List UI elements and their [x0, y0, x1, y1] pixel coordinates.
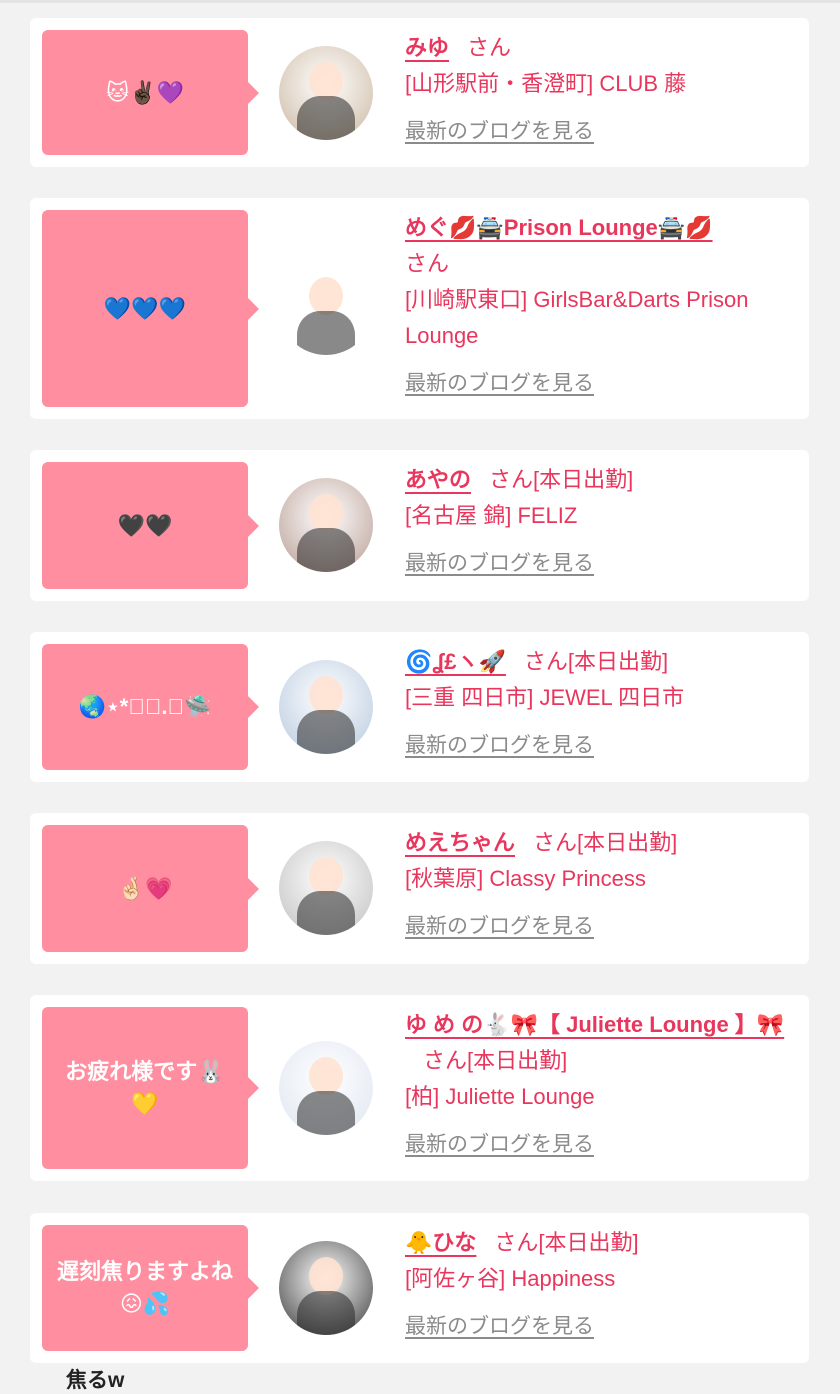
- status-badge: [本日出勤]: [577, 830, 678, 855]
- cast-name-link[interactable]: ゆ め の🐇🎀【 Juliette Lounge 】🎀: [405, 1012, 784, 1037]
- avatar[interactable]: [279, 660, 373, 754]
- blog-card: 🤞🏻💗 めえちゃん さん[本日出勤] [秋葉原] Classy Princess …: [30, 813, 809, 964]
- latest-blog-link[interactable]: 最新のブログを見る: [405, 114, 800, 150]
- shop-name: [名古屋 錦] FELIZ: [405, 503, 578, 528]
- cast-name-link[interactable]: 🐥ひな: [405, 1230, 476, 1255]
- card-info: みゆ さん [山形駅前・香澄町] CLUB 藤 最新のブログを見る: [405, 30, 800, 150]
- name-line: あやの さん[本日出勤]: [405, 462, 800, 498]
- name-line: ゆ め の🐇🎀【 Juliette Lounge 】🎀 さん[本日出勤]: [405, 1007, 800, 1079]
- avatar[interactable]: [279, 478, 373, 572]
- shop-name: [山形駅前・香澄町] CLUB 藤: [405, 71, 687, 96]
- avatar-face: [309, 277, 343, 315]
- honorific: さん: [405, 251, 450, 276]
- name-line: 🐥ひな さん[本日出勤]: [405, 1225, 800, 1261]
- comment-bubble: お疲れ様です🐰💛: [42, 1007, 259, 1169]
- avatar-body: [297, 1091, 355, 1135]
- status-badge: [本日出勤]: [567, 649, 669, 674]
- honorific: さん: [494, 1230, 539, 1255]
- avatar[interactable]: [279, 1041, 373, 1135]
- honorific: さん: [533, 830, 578, 855]
- shop-name: [柏] Juliette Lounge: [405, 1084, 595, 1109]
- avatar[interactable]: [279, 841, 373, 935]
- comment-bubble: 🖤🖤: [42, 462, 259, 589]
- name-line: めえちゃん さん[本日出勤]: [405, 825, 800, 861]
- honorific-line: さん: [405, 246, 800, 282]
- name-line: 🌀ʆ£ヽ🚀 さん[本日出勤]: [405, 644, 800, 680]
- cast-name-link[interactable]: めえちゃん: [405, 830, 515, 855]
- blog-card: 🌏⋆*ﾟ･.｡🛸 🌀ʆ£ヽ🚀 さん[本日出勤] [三重 四日市] JEWEL 四日…: [30, 632, 809, 782]
- avatar[interactable]: [279, 1241, 373, 1335]
- avatar-body: [297, 710, 355, 754]
- honorific: さん: [489, 467, 534, 492]
- honorific: さん: [423, 1048, 468, 1073]
- card-info: 🐥ひな さん[本日出勤] [阿佐ヶ谷] Happiness 最新のブログを見る: [405, 1225, 800, 1345]
- blog-card: お疲れ様です🐰💛 ゆ め の🐇🎀【 Juliette Lounge 】🎀 さん[本…: [30, 995, 809, 1181]
- avatar-body: [297, 891, 355, 935]
- cast-name-link[interactable]: みゆ: [405, 35, 449, 60]
- overflow-comment-text: 焦るw: [66, 1369, 125, 1392]
- shop-name: [三重 四日市] JEWEL 四日市: [405, 685, 685, 710]
- avatar-body: [297, 96, 355, 140]
- honorific: さん: [467, 35, 512, 60]
- avatar-face: [309, 1257, 343, 1295]
- latest-blog-link[interactable]: 最新のブログを見る: [405, 1127, 800, 1163]
- cast-name-link[interactable]: 🌀ʆ£ヽ🚀: [405, 649, 506, 674]
- avatar[interactable]: [279, 261, 373, 355]
- shop-name: [阿佐ヶ谷] Happiness: [405, 1266, 616, 1291]
- avatar-body: [297, 311, 355, 355]
- blog-card: 遅刻焦りますよね😖💦 🐥ひな さん[本日出勤] [阿佐ヶ谷] Happiness …: [30, 1213, 809, 1363]
- avatar-face: [309, 676, 343, 714]
- avatar-body: [297, 528, 355, 572]
- card-info: ゆ め の🐇🎀【 Juliette Lounge 】🎀 さん[本日出勤] [柏] …: [405, 1007, 800, 1163]
- status-badge: [本日出勤]: [467, 1048, 568, 1073]
- shop-name: [秋葉原] Classy Princess: [405, 866, 646, 891]
- status-badge: [本日出勤]: [538, 1230, 639, 1255]
- comment-bubble: 遅刻焦りますよね😖💦: [42, 1225, 259, 1351]
- comment-bubble: 💙💙💙: [42, 210, 259, 407]
- comment-bubble: 🌏⋆*ﾟ･.｡🛸: [42, 644, 259, 770]
- cast-name-link[interactable]: あやの: [405, 467, 471, 492]
- latest-blog-link[interactable]: 最新のブログを見る: [405, 546, 800, 582]
- blog-card: 🐱✌🏿💜 みゆ さん [山形駅前・香澄町] CLUB 藤 最新のブログを見る: [30, 18, 809, 167]
- name-line: みゆ さん: [405, 30, 800, 66]
- card-info: めえちゃん さん[本日出勤] [秋葉原] Classy Princess 最新のブ…: [405, 825, 800, 945]
- cast-name-link[interactable]: めぐ💋🚔Prison Lounge🚔💋: [405, 215, 713, 240]
- comment-bubble: 🐱✌🏿💜: [42, 30, 259, 155]
- card-info: あやの さん[本日出勤] [名古屋 錦] FELIZ 最新のブログを見る: [405, 462, 800, 582]
- avatar-face: [309, 1057, 343, 1095]
- card-info: めぐ💋🚔Prison Lounge🚔💋 さん [川崎駅東口] GirlsBar&…: [405, 210, 800, 402]
- avatar-face: [309, 494, 343, 532]
- status-badge: [本日出勤]: [533, 467, 634, 492]
- shop-name: [川崎駅東口] GirlsBar&Darts Prison Lounge: [405, 287, 749, 348]
- latest-blog-link[interactable]: 最新のブログを見る: [405, 1309, 800, 1345]
- blog-card-list: 🐱✌🏿💜 みゆ さん [山形駅前・香澄町] CLUB 藤 最新のブログを見る 💙💙…: [0, 0, 840, 1394]
- avatar-face: [309, 62, 343, 100]
- name-line: めぐ💋🚔Prison Lounge🚔💋: [405, 210, 800, 246]
- avatar-face: [309, 857, 343, 895]
- latest-blog-link[interactable]: 最新のブログを見る: [405, 366, 800, 402]
- blog-card: 🖤🖤 あやの さん[本日出勤] [名古屋 錦] FELIZ 最新のブログを見る: [30, 450, 809, 601]
- card-info: 🌀ʆ£ヽ🚀 さん[本日出勤] [三重 四日市] JEWEL 四日市 最新のブログを…: [405, 644, 800, 764]
- blog-card: 💙💙💙 めぐ💋🚔Prison Lounge🚔💋 さん [川崎駅東口] Girls…: [30, 198, 809, 419]
- avatar-body: [297, 1291, 355, 1335]
- comment-bubble: 🤞🏻💗: [42, 825, 259, 952]
- honorific: さん: [523, 649, 568, 674]
- latest-blog-link[interactable]: 最新のブログを見る: [405, 909, 800, 945]
- avatar[interactable]: [279, 46, 373, 140]
- latest-blog-link[interactable]: 最新のブログを見る: [405, 728, 800, 764]
